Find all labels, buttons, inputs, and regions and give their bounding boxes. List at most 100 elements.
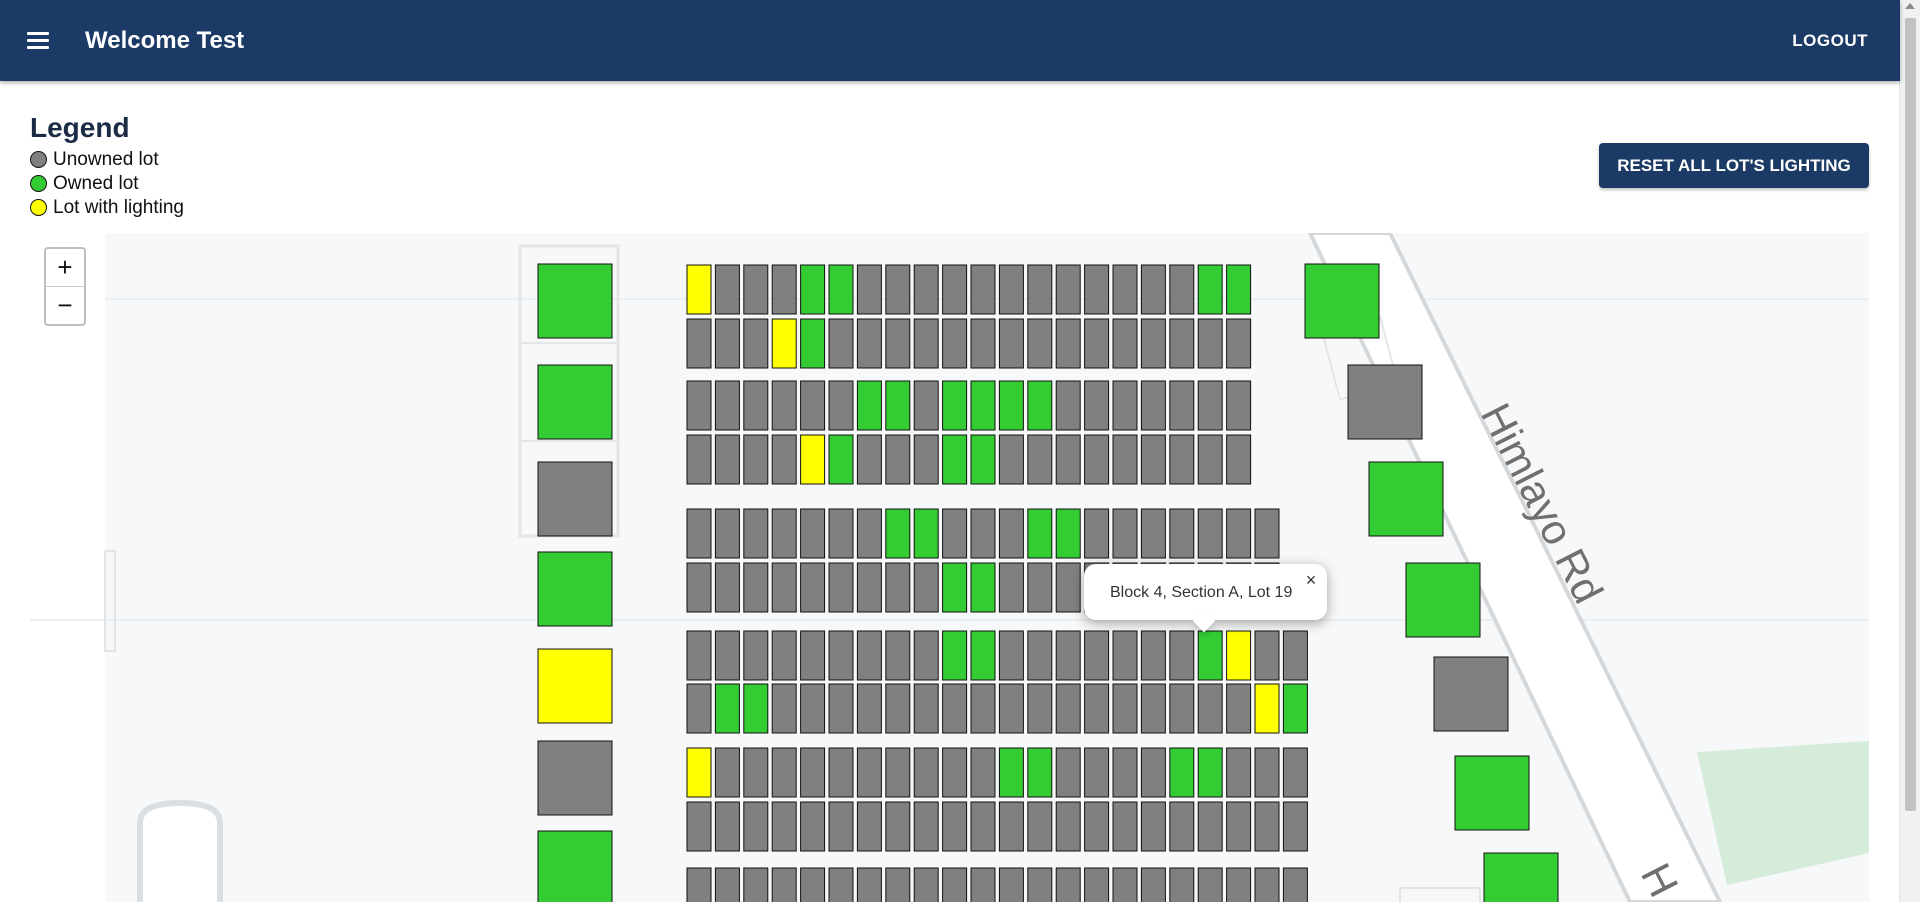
grid-lot-unowned[interactable] xyxy=(714,264,740,315)
grid-lot-owned[interactable] xyxy=(1027,747,1053,798)
grid-lot-owned[interactable] xyxy=(970,380,996,431)
grid-lot-unowned[interactable] xyxy=(998,434,1024,485)
grid-lot-unowned[interactable] xyxy=(1027,562,1053,613)
grid-lot-unowned[interactable] xyxy=(1197,867,1223,902)
grid-lot-unowned[interactable] xyxy=(1226,747,1252,798)
grid-lot-unowned[interactable] xyxy=(1055,801,1081,852)
grid-lot-unowned[interactable] xyxy=(800,747,826,798)
grid-lot-unowned[interactable] xyxy=(1169,318,1195,369)
grid-lot-unowned[interactable] xyxy=(1084,508,1110,559)
grid-lot-unowned[interactable] xyxy=(686,434,712,485)
grid-lot-unowned[interactable] xyxy=(1084,801,1110,852)
grid-lot-unowned[interactable] xyxy=(743,747,769,798)
grid-lot-unowned[interactable] xyxy=(885,867,911,902)
grid-lot-unowned[interactable] xyxy=(1254,630,1280,681)
grid-lot-lighting[interactable] xyxy=(686,264,712,315)
grid-lot-unowned[interactable] xyxy=(828,747,854,798)
grid-lot-unowned[interactable] xyxy=(743,562,769,613)
logout-button[interactable]: LOGOUT xyxy=(1780,24,1880,58)
grid-lot-unowned[interactable] xyxy=(1140,747,1166,798)
grid-lot-unowned[interactable] xyxy=(1112,867,1138,902)
grid-lot-owned[interactable] xyxy=(743,683,769,734)
grid-lot-unowned[interactable] xyxy=(1112,801,1138,852)
grid-lot-unowned[interactable] xyxy=(1084,380,1110,431)
grid-lot-unowned[interactable] xyxy=(1112,318,1138,369)
grid-lot-unowned[interactable] xyxy=(686,683,712,734)
grid-lot-lighting[interactable] xyxy=(800,434,826,485)
grid-lot-owned[interactable] xyxy=(885,380,911,431)
grid-lot-owned[interactable] xyxy=(998,747,1024,798)
grid-lot-unowned[interactable] xyxy=(686,630,712,681)
scrollbar-thumb[interactable] xyxy=(1905,18,1916,811)
grid-lot-unowned[interactable] xyxy=(1254,747,1280,798)
large-lot-left-owned[interactable] xyxy=(537,830,613,902)
grid-lot-owned[interactable] xyxy=(970,434,996,485)
grid-lot-unowned[interactable] xyxy=(714,801,740,852)
grid-lot-unowned[interactable] xyxy=(686,562,712,613)
grid-lot-owned[interactable] xyxy=(942,630,968,681)
large-lot-left-owned[interactable] xyxy=(537,551,613,627)
grid-lot-unowned[interactable] xyxy=(1055,630,1081,681)
grid-lot-unowned[interactable] xyxy=(1226,380,1252,431)
zoom-control[interactable]: + − xyxy=(44,247,86,326)
grid-lot-unowned[interactable] xyxy=(714,508,740,559)
scroll-up-icon[interactable] xyxy=(1905,3,1915,9)
grid-lot-unowned[interactable] xyxy=(1084,434,1110,485)
grid-lot-unowned[interactable] xyxy=(942,867,968,902)
grid-lot-lighting[interactable] xyxy=(1226,630,1252,681)
grid-lot-unowned[interactable] xyxy=(885,630,911,681)
grid-lot-unowned[interactable] xyxy=(1282,801,1308,852)
grid-lot-unowned[interactable] xyxy=(1027,801,1053,852)
grid-lot-unowned[interactable] xyxy=(1112,683,1138,734)
grid-lot-unowned[interactable] xyxy=(1084,264,1110,315)
grid-lot-unowned[interactable] xyxy=(856,630,882,681)
grid-lot-unowned[interactable] xyxy=(885,264,911,315)
grid-lot-unowned[interactable] xyxy=(913,801,939,852)
grid-lot-lighting[interactable] xyxy=(1254,683,1280,734)
grid-lot-unowned[interactable] xyxy=(800,508,826,559)
grid-lot-unowned[interactable] xyxy=(913,380,939,431)
close-icon[interactable]: × xyxy=(1301,571,1321,591)
grid-lot-owned[interactable] xyxy=(828,434,854,485)
grid-lot-owned[interactable] xyxy=(856,380,882,431)
grid-lot-unowned[interactable] xyxy=(828,867,854,902)
grid-lot-unowned[interactable] xyxy=(771,434,797,485)
grid-lot-owned[interactable] xyxy=(1226,264,1252,315)
grid-lot-unowned[interactable] xyxy=(1055,562,1081,613)
grid-lot-unowned[interactable] xyxy=(686,318,712,369)
grid-lot-unowned[interactable] xyxy=(1197,380,1223,431)
grid-lot-unowned[interactable] xyxy=(856,508,882,559)
grid-lot-lighting[interactable] xyxy=(771,318,797,369)
grid-lot-unowned[interactable] xyxy=(771,380,797,431)
grid-lot-unowned[interactable] xyxy=(686,801,712,852)
grid-lot-unowned[interactable] xyxy=(1112,264,1138,315)
grid-lot-unowned[interactable] xyxy=(942,683,968,734)
grid-lot-unowned[interactable] xyxy=(743,867,769,902)
grid-lot-unowned[interactable] xyxy=(1169,867,1195,902)
grid-lot-owned[interactable] xyxy=(714,683,740,734)
large-lot-left-unowned[interactable] xyxy=(537,461,613,537)
grid-lot-unowned[interactable] xyxy=(800,867,826,902)
large-lot-right-owned[interactable] xyxy=(1368,461,1444,537)
grid-lot-unowned[interactable] xyxy=(771,867,797,902)
menu-icon[interactable] xyxy=(24,26,54,56)
grid-lot-unowned[interactable] xyxy=(998,318,1024,369)
grid-lot-unowned[interactable] xyxy=(743,801,769,852)
grid-lot-unowned[interactable] xyxy=(1027,683,1053,734)
grid-lot-unowned[interactable] xyxy=(970,801,996,852)
grid-lot-unowned[interactable] xyxy=(913,747,939,798)
grid-lot-unowned[interactable] xyxy=(1282,747,1308,798)
grid-lot-unowned[interactable] xyxy=(743,318,769,369)
grid-lot-unowned[interactable] xyxy=(1140,867,1166,902)
grid-lot-unowned[interactable] xyxy=(970,318,996,369)
grid-lot-unowned[interactable] xyxy=(1169,630,1195,681)
grid-lot-unowned[interactable] xyxy=(1197,683,1223,734)
grid-lot-owned[interactable] xyxy=(800,318,826,369)
grid-lot-unowned[interactable] xyxy=(828,562,854,613)
large-lot-right-owned[interactable] xyxy=(1483,852,1559,902)
grid-lot-unowned[interactable] xyxy=(1112,630,1138,681)
grid-lot-unowned[interactable] xyxy=(828,630,854,681)
grid-lot-unowned[interactable] xyxy=(1197,801,1223,852)
grid-lot-unowned[interactable] xyxy=(942,318,968,369)
grid-lot-owned[interactable] xyxy=(828,264,854,315)
